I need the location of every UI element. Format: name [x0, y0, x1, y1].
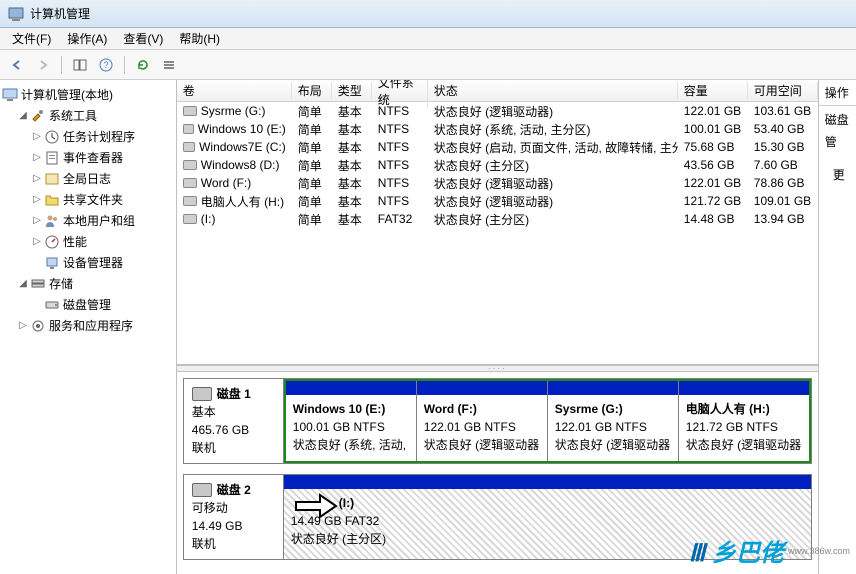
collapse-icon[interactable]: ◢: [16, 110, 30, 121]
disk-2-info: 磁盘 2 可移动 14.49 GB 联机: [184, 475, 284, 559]
expand-icon[interactable]: ▷: [30, 215, 44, 226]
tree-shared-folders[interactable]: ▷共享文件夹: [2, 189, 174, 210]
disk-icon: [44, 297, 60, 313]
disk-1-row[interactable]: 磁盘 1 基本 465.76 GB 联机 Windows 10 (E:)100.…: [183, 378, 812, 464]
col-volume[interactable]: 卷: [177, 82, 292, 99]
folder-icon: [44, 192, 60, 208]
tools-icon: [30, 108, 46, 124]
menu-view[interactable]: 查看(V): [115, 28, 171, 49]
performance-icon: [44, 234, 60, 250]
volume-row[interactable]: 电脑人人有 (H:)简单基本NTFS状态良好 (逻辑驱动器)121.72 GB1…: [177, 192, 818, 210]
volume-icon: [183, 124, 194, 134]
list-view-button[interactable]: [158, 54, 180, 76]
clock-icon: [44, 129, 60, 145]
partition[interactable]: Sysrme (G:)122.01 GB NTFS状态良好 (逻辑驱动器: [548, 381, 679, 461]
device-icon: [44, 255, 60, 271]
svg-text:?: ?: [103, 60, 108, 70]
partition[interactable]: 电脑人人有 (H:)121.72 GB NTFS状态良好 (逻辑驱动器: [679, 381, 809, 461]
partition[interactable]: Word (F:)122.01 GB NTFS状态良好 (逻辑驱动器: [417, 381, 548, 461]
watermark: Ⅲ 乡巴佬 www.386w.com: [689, 533, 850, 568]
tree-event-viewer[interactable]: ▷事件查看器: [2, 147, 174, 168]
tree-task-scheduler[interactable]: ▷任务计划程序: [2, 126, 174, 147]
storage-icon: [30, 276, 46, 292]
expand-icon[interactable]: ▷: [30, 173, 44, 184]
tree-services-apps[interactable]: ▷服务和应用程序: [2, 315, 174, 336]
volume-icon: [183, 196, 197, 206]
forward-button[interactable]: [32, 54, 54, 76]
refresh-button[interactable]: [132, 54, 154, 76]
col-type[interactable]: 类型: [332, 82, 372, 99]
disk-icon: [192, 387, 212, 401]
volume-icon: [183, 142, 195, 152]
tree-global-log[interactable]: ▷全局日志: [2, 168, 174, 189]
help-button[interactable]: ?: [95, 54, 117, 76]
tree-local-users[interactable]: ▷本地用户和组: [2, 210, 174, 231]
tree-device-manager[interactable]: 设备管理器: [2, 252, 174, 273]
menu-help[interactable]: 帮助(H): [171, 28, 228, 49]
tree-storage[interactable]: ◢存储: [2, 273, 174, 294]
col-capacity[interactable]: 容量: [678, 82, 748, 99]
actions-panel: 操作 磁盘管 更: [818, 80, 856, 574]
menu-action[interactable]: 操作(A): [59, 28, 115, 49]
tree-disk-management[interactable]: 磁盘管理: [2, 294, 174, 315]
tree-root[interactable]: 计算机管理(本地): [2, 84, 174, 105]
volume-row[interactable]: Windows7E (C:)简单基本NTFS状态良好 (启动, 页面文件, 活动…: [177, 138, 818, 156]
actions-link-disk-mgmt[interactable]: 磁盘管: [825, 110, 850, 153]
expand-icon[interactable]: ▷: [30, 152, 44, 163]
back-button[interactable]: [6, 54, 28, 76]
titlebar: 计算机管理: [0, 0, 856, 28]
col-layout[interactable]: 布局: [292, 82, 332, 99]
actions-header: 操作: [819, 80, 856, 106]
volume-icon: [183, 106, 197, 116]
window-title: 计算机管理: [30, 5, 90, 22]
col-free[interactable]: 可用空间: [748, 82, 818, 99]
splitter[interactable]: ····: [177, 365, 818, 372]
actions-link-more[interactable]: 更: [825, 165, 850, 187]
disk-1-info: 磁盘 1 基本 465.76 GB 联机: [184, 379, 284, 463]
volume-row[interactable]: Sysrme (G:)简单基本NTFS状态良好 (逻辑驱动器)122.01 GB…: [177, 102, 818, 120]
collapse-icon[interactable]: ◢: [16, 278, 30, 289]
volume-table-header: 卷 布局 类型 文件系统 状态 容量 可用空间: [177, 80, 818, 102]
content-panel: 卷 布局 类型 文件系统 状态 容量 可用空间 Sysrme (G:)简单基本N…: [177, 80, 818, 574]
log-icon: [44, 171, 60, 187]
watermark-logo: Ⅲ 乡巴佬: [689, 533, 784, 568]
tree-system-tools[interactable]: ◢系统工具: [2, 105, 174, 126]
computer-icon: [2, 87, 18, 103]
menubar: 文件(F) 操作(A) 查看(V) 帮助(H): [0, 28, 856, 50]
volume-table[interactable]: 卷 布局 类型 文件系统 状态 容量 可用空间 Sysrme (G:)简单基本N…: [177, 80, 818, 365]
services-icon: [30, 318, 46, 334]
app-icon: [8, 6, 24, 22]
show-hide-tree-button[interactable]: [69, 54, 91, 76]
volume-row[interactable]: Word (F:)简单基本NTFS状态良好 (逻辑驱动器)122.01 GB78…: [177, 174, 818, 192]
menu-file[interactable]: 文件(F): [4, 28, 59, 49]
toolbar: ?: [0, 50, 856, 80]
col-status[interactable]: 状态: [428, 82, 678, 99]
users-icon: [44, 213, 60, 229]
volume-row[interactable]: Windows8 (D:)简单基本NTFS状态良好 (主分区)43.56 GB7…: [177, 156, 818, 174]
volume-icon: [183, 178, 197, 188]
event-icon: [44, 150, 60, 166]
expand-icon[interactable]: ▷: [30, 236, 44, 247]
disk-icon: [192, 483, 212, 497]
partition[interactable]: Windows 10 (E:)100.01 GB NTFS状态良好 (系统, 活…: [286, 381, 417, 461]
volume-icon: [183, 214, 197, 224]
volume-row[interactable]: (I:)简单基本FAT32状态良好 (主分区)14.48 GB13.94 GB: [177, 210, 818, 228]
navigation-tree[interactable]: 计算机管理(本地) ◢系统工具 ▷任务计划程序 ▷事件查看器 ▷全局日志 ▷共享…: [0, 80, 177, 574]
volume-row[interactable]: Windows 10 (E:)简单基本NTFS状态良好 (系统, 活动, 主分区…: [177, 120, 818, 138]
arrow-annotation: [294, 493, 338, 522]
volume-icon: [183, 160, 197, 170]
expand-icon[interactable]: ▷: [30, 194, 44, 205]
expand-icon[interactable]: ▷: [16, 320, 30, 331]
tree-performance[interactable]: ▷性能: [2, 231, 174, 252]
expand-icon[interactable]: ▷: [30, 131, 44, 142]
